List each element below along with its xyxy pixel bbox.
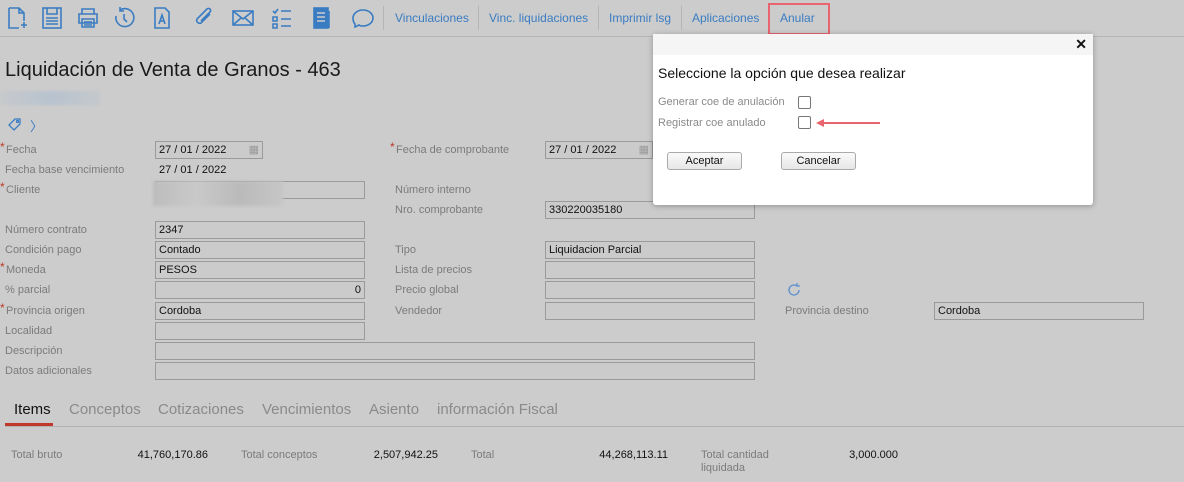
registrar-coe-checkbox[interactable] [798,116,811,129]
total-conceptos-value: 2,507,942.25 [373,449,438,461]
datos-adicionales-label: Datos adicionales [5,365,92,377]
generar-coe-checkbox[interactable] [798,96,811,109]
toolbar-divider [681,6,682,30]
fecha-comprobante-input[interactable]: 27 / 01 / 2022 ▦ [545,141,653,159]
generar-coe-label: Generar coe de anulación [658,96,785,108]
tabs-divider [5,426,1184,427]
new-document-icon[interactable] [5,6,29,30]
anular-dialog: ✕ Seleccione la opción que desea realiza… [653,34,1093,205]
tipo-label: Tipo [395,244,416,256]
cancelar-button[interactable]: Cancelar [781,152,856,170]
calendar-icon[interactable]: ▦ [639,142,649,158]
close-icon[interactable]: ✕ [1075,36,1087,53]
lista-precios-input[interactable] [545,261,755,279]
precio-global-input[interactable] [545,281,755,299]
day: 27 [159,164,172,176]
nro-comprobante-label: Nro. comprobante [395,204,484,216]
total-bruto-value: 41,760,170.86 [137,449,208,461]
numero-contrato-input[interactable]: 2347 [155,221,365,239]
imprimir-lsg-link[interactable]: Imprimir lsg [609,11,671,25]
provincia-origen-label: Provincia origen [0,301,85,318]
total-conceptos-label: Total conceptos [241,449,318,461]
text-document-icon[interactable] [150,6,174,30]
total-value: 44,268,113.11 [599,449,668,461]
provincia-origen-input[interactable]: Cordoba [155,302,365,320]
label-line: Total cantidad [701,449,769,461]
tab-vencimientos[interactable]: Vencimientos [262,401,351,418]
precio-global-label: Precio global [395,284,459,296]
label-line: liquidada [701,462,746,474]
provincia-destino-label: Provincia destino [785,305,869,317]
vendedor-input[interactable] [545,302,755,320]
localidad-label: Localidad [5,325,53,337]
redacted-client [153,181,283,206]
toolbar-divider [383,6,384,30]
numero-contrato-label: Número contrato [5,224,87,236]
checklist-icon[interactable] [270,6,294,30]
tab-items[interactable]: Items [14,401,51,418]
arrow-annotation-icon [816,119,880,127]
toolbar-divider [598,6,599,30]
vendedor-label: Vendedor [395,305,443,317]
history-icon[interactable] [112,6,136,30]
attachment-icon[interactable] [192,6,216,30]
condicion-pago-label: Condición pago [5,244,82,256]
total-label: Total [471,449,495,461]
print-icon[interactable] [76,6,100,30]
year: 2022 [201,144,227,156]
refresh-icon[interactable] [786,282,802,298]
condicion-pago-input[interactable]: Contado [155,241,365,259]
month: 01 [570,144,583,156]
moneda-input[interactable]: PESOS [155,261,365,279]
tag-icon[interactable] [7,116,23,132]
dialog-title: Seleccione la opción que desea realizar [658,65,906,81]
total-cantidad-label: Total cantidad liquidada [701,449,769,475]
aceptar-button[interactable]: Aceptar [667,152,742,170]
tipo-input[interactable]: Liquidacion Parcial [545,241,755,259]
comment-icon[interactable] [351,6,375,30]
email-icon[interactable] [231,6,255,30]
chevron-right-icon[interactable]: 〉 [30,116,43,135]
tab-asiento[interactable]: Asiento [369,401,419,418]
moneda-label: Moneda [0,260,46,277]
numero-interno-label: Número interno [395,184,471,196]
month: 01 [180,144,193,156]
descripcion-input[interactable] [155,342,755,360]
registrar-coe-label: Registrar coe anulado [658,117,766,129]
toolbar-divider [478,6,479,30]
parcial-input[interactable]: 0 [155,281,365,299]
cliente-label: Cliente [0,180,40,197]
lista-precios-label: Lista de precios [395,264,473,276]
vinc-liquidaciones-link[interactable]: Vinc. liquidaciones [489,11,588,25]
fecha-input[interactable]: 27 / 01 / 2022 ▦ [155,141,263,159]
datos-adicionales-input[interactable] [155,362,755,380]
redacted-subtitle [0,91,100,105]
calendar-icon[interactable]: ▦ [249,142,259,158]
fecha-base-value: 27 / 01 / 2022 [159,164,227,176]
page-title: Liquidación de Venta de Granos - 463 [5,59,341,81]
month: 01 [180,164,193,176]
year: 2022 [201,164,227,176]
day: 27 [159,144,172,156]
report-icon[interactable] [310,6,334,30]
aplicaciones-link[interactable]: Aplicaciones [692,11,759,25]
total-cantidad-value: 3,000.000 [849,449,898,461]
descripcion-label: Descripción [5,345,63,357]
fecha-label: Fecha [0,140,36,157]
parcial-label: % parcial [5,284,51,296]
save-icon[interactable] [40,6,64,30]
tab-cotizaciones[interactable]: Cotizaciones [158,401,244,418]
provincia-destino-input[interactable]: Cordoba [934,302,1144,320]
localidad-input[interactable] [155,322,365,340]
tab-conceptos[interactable]: Conceptos [69,401,141,418]
anular-link[interactable]: Anular [780,11,815,25]
year: 2022 [591,144,617,156]
day: 27 [549,144,562,156]
fecha-comprobante-label: Fecha de comprobante [390,140,509,157]
total-bruto-label: Total bruto [11,449,63,461]
fecha-base-label: Fecha base vencimiento [5,164,125,176]
tab-informacion-fiscal[interactable]: información Fiscal [437,401,558,418]
vinculaciones-link[interactable]: Vinculaciones [395,11,469,25]
dialog-header: ✕ [653,34,1093,55]
